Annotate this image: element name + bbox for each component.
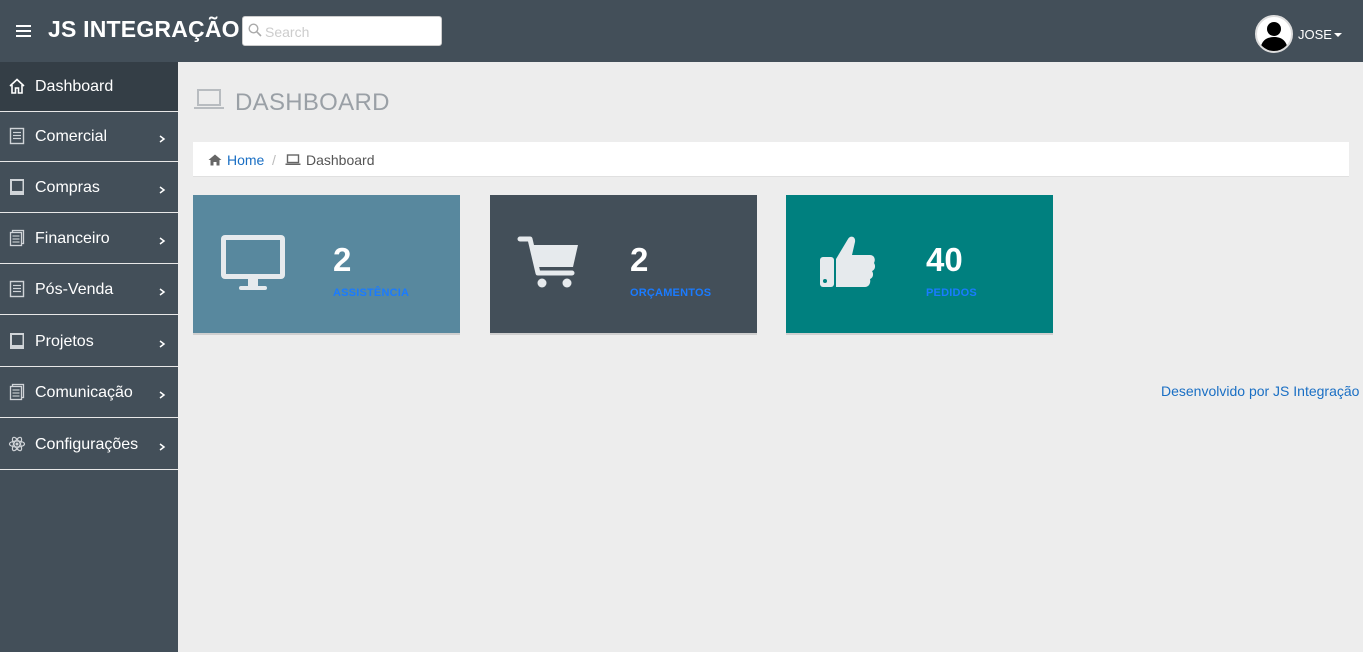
sidebar-item-comercial[interactable]: Comercial	[0, 112, 178, 162]
footer-credit-link[interactable]: Desenvolvido por JS Integração	[1161, 383, 1359, 399]
breadcrumb-current: Dashboard	[306, 152, 375, 168]
chevron-right-icon	[159, 237, 166, 245]
avatar[interactable]	[1255, 15, 1293, 53]
sidebar-item-dashboard[interactable]: Dashboard	[0, 62, 178, 112]
stack-icon	[9, 383, 25, 401]
card-pedidos[interactable]: 40 PEDIDOS	[786, 195, 1053, 335]
atom-icon	[8, 436, 26, 452]
chevron-right-icon	[159, 186, 166, 194]
thumbs-up-icon	[820, 236, 876, 287]
brand-title[interactable]: JS INTEGRAÇÃO	[48, 16, 240, 43]
caret-down-icon[interactable]	[1334, 33, 1342, 37]
sidebar-item-label: Comercial	[35, 128, 108, 145]
top-navbar: JS INTEGRAÇÃO JOSE	[0, 0, 1363, 62]
cart-icon	[517, 236, 578, 288]
breadcrumb-separator: /	[272, 152, 276, 168]
card-label: ASSISTÊNCIA	[333, 287, 410, 299]
chevron-right-icon	[159, 443, 166, 451]
search-box[interactable]	[242, 16, 442, 46]
menu-toggle-icon[interactable]	[16, 25, 31, 37]
sidebar-item-configuracoes[interactable]: Configurações	[0, 420, 178, 470]
search-input[interactable]	[265, 21, 437, 43]
sidebar-item-label: Comunicação	[35, 384, 133, 401]
search-icon	[248, 23, 262, 37]
list-icon	[9, 127, 25, 145]
card-label: ORÇAMENTOS	[630, 287, 712, 299]
user-name[interactable]: JOSE	[1298, 27, 1332, 42]
card-value: 2	[630, 241, 649, 278]
sidebar-item-projetos[interactable]: Projetos	[0, 317, 178, 367]
page-title-text: DASHBOARD	[235, 89, 390, 116]
sidebar-item-compras[interactable]: Compras	[0, 163, 178, 213]
sidebar-item-label: Pós-Venda	[35, 281, 114, 298]
book-icon	[10, 333, 24, 349]
breadcrumb-home-link[interactable]: Home	[227, 152, 264, 168]
card-value: 40	[926, 241, 963, 278]
sidebar-item-label: Compras	[35, 179, 100, 196]
chevron-right-icon	[159, 288, 166, 296]
sidebar: Dashboard Comercial Compras Financeiro P…	[0, 62, 178, 652]
breadcrumb: Home / Dashboard	[193, 142, 1349, 177]
sidebar-item-comunicacao[interactable]: Comunicação	[0, 368, 178, 418]
laptop-icon	[194, 89, 224, 109]
sidebar-item-pos-venda[interactable]: Pós-Venda	[0, 265, 178, 315]
list-icon	[9, 280, 25, 298]
sidebar-item-financeiro[interactable]: Financeiro	[0, 214, 178, 264]
book-icon	[10, 179, 24, 195]
laptop-icon	[285, 154, 301, 165]
chevron-right-icon	[159, 135, 166, 143]
sidebar-item-label: Projetos	[35, 333, 94, 350]
chevron-right-icon	[159, 340, 166, 348]
monitor-icon	[221, 235, 285, 290]
user-silhouette-icon	[1260, 22, 1288, 51]
card-assistencia[interactable]: 2 ASSISTÊNCIA	[193, 195, 460, 335]
sidebar-item-label: Financeiro	[35, 230, 110, 247]
chevron-right-icon	[159, 391, 166, 399]
sidebar-item-label: Dashboard	[35, 78, 114, 95]
card-orcamentos[interactable]: 2 ORÇAMENTOS	[490, 195, 757, 335]
card-label: PEDIDOS	[926, 287, 977, 299]
card-value: 2	[333, 241, 352, 278]
sidebar-item-label: Configurações	[35, 436, 139, 453]
home-icon	[208, 154, 222, 166]
home-icon	[9, 78, 25, 94]
user-menu[interactable]: JOSE	[1255, 15, 1355, 53]
stack-icon	[9, 229, 25, 247]
